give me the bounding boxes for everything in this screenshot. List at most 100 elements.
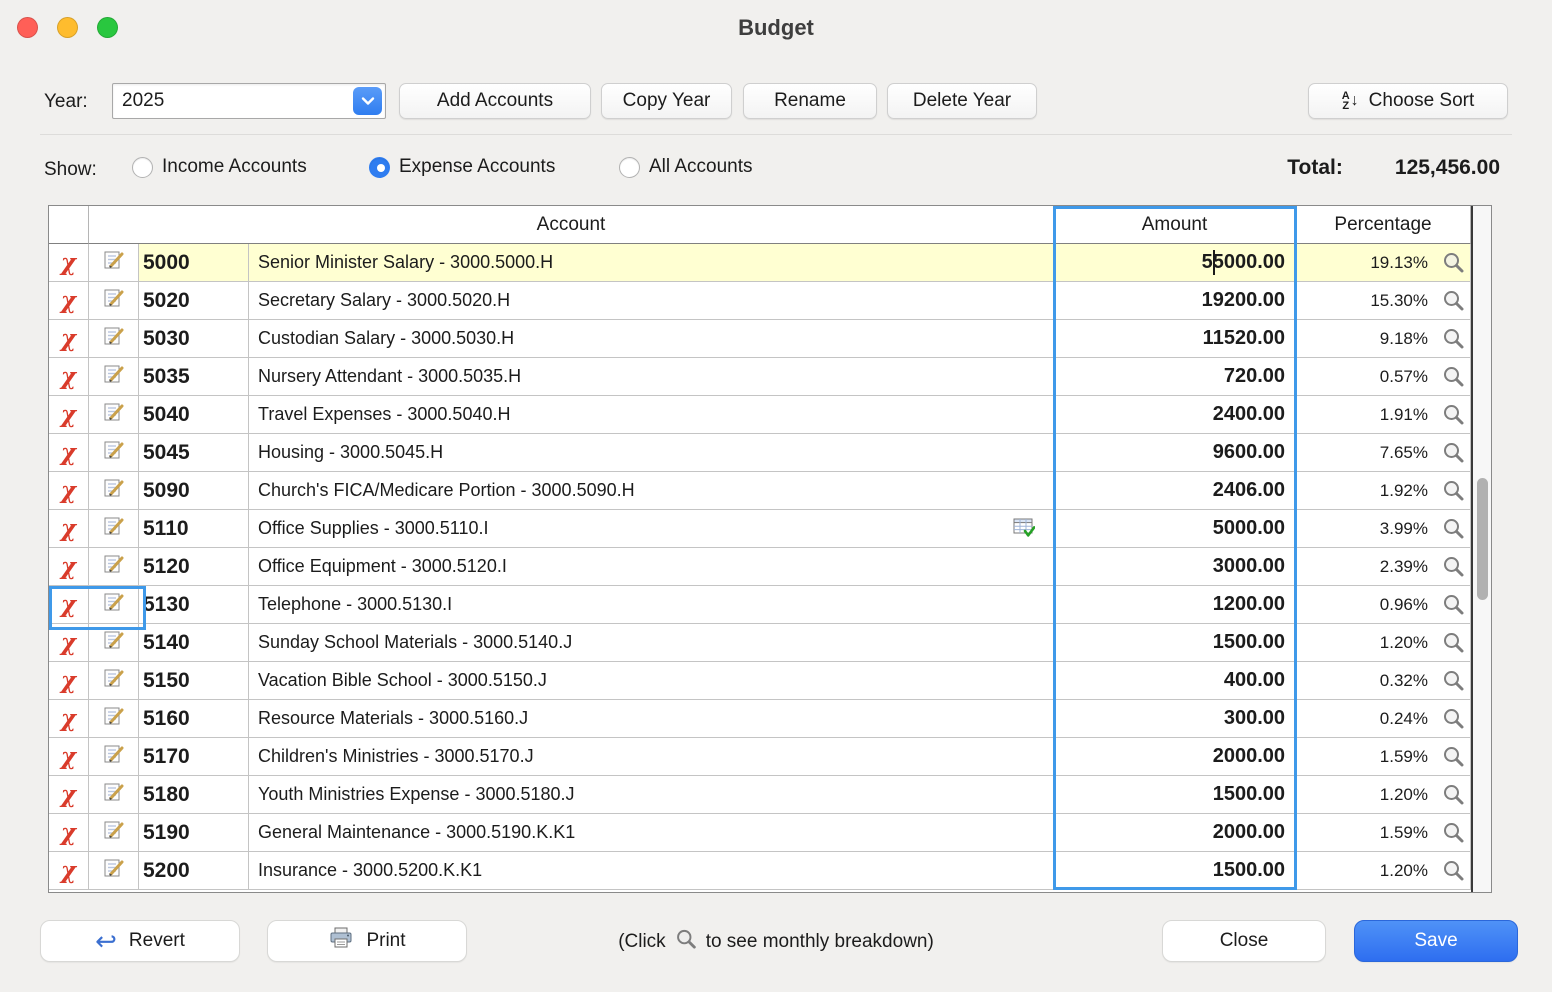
edit-cell[interactable]	[89, 624, 139, 662]
edit-cell[interactable]	[89, 282, 139, 320]
choose-sort-button[interactable]: AZ ↓ Choose Sort	[1308, 83, 1508, 119]
account-name-cell[interactable]: Office Supplies - 3000.5110.I	[249, 510, 1054, 548]
account-number-cell[interactable]: 5000	[139, 244, 249, 282]
delete-cell[interactable]: χ	[49, 548, 89, 586]
delete-cell[interactable]: χ	[49, 396, 89, 434]
edit-cell[interactable]	[89, 700, 139, 738]
delete-row-icon[interactable]: χ	[61, 403, 76, 426]
amount-cell[interactable]: 19200.00	[1054, 282, 1296, 320]
account-number-cell[interactable]: 5020	[139, 282, 249, 320]
magnifier-icon[interactable]	[1436, 479, 1470, 502]
edit-row-icon[interactable]	[102, 591, 126, 618]
delete-row-icon[interactable]: χ	[61, 821, 76, 844]
edit-row-icon[interactable]	[102, 439, 126, 466]
account-name-cell[interactable]: Senior Minister Salary - 3000.5000.H	[249, 244, 1054, 282]
amount-cell[interactable]: 9600.00	[1054, 434, 1296, 472]
account-name-cell[interactable]: Children's Ministries - 3000.5170.J	[249, 738, 1054, 776]
close-button[interactable]: Close	[1162, 920, 1326, 962]
account-number-cell[interactable]: 5160	[139, 700, 249, 738]
edit-cell[interactable]	[89, 244, 139, 282]
amount-cell[interactable]: 55000.00	[1054, 244, 1296, 282]
magnifier-icon[interactable]	[1436, 403, 1470, 426]
magnifier-icon[interactable]	[1436, 669, 1470, 692]
delete-cell[interactable]: χ	[49, 472, 89, 510]
magnifier-icon[interactable]	[1436, 555, 1470, 578]
delete-row-icon[interactable]: χ	[61, 517, 76, 540]
edit-row-icon[interactable]	[102, 515, 126, 542]
account-name-cell[interactable]: Insurance - 3000.5200.K.K1	[249, 852, 1054, 890]
delete-cell[interactable]: χ	[49, 814, 89, 852]
amount-cell[interactable]: 3000.00	[1054, 548, 1296, 586]
delete-cell[interactable]: χ	[49, 624, 89, 662]
delete-row-icon[interactable]: χ	[61, 365, 76, 388]
amount-cell[interactable]: 2400.00	[1054, 396, 1296, 434]
edit-cell[interactable]	[89, 510, 139, 548]
spreadsheet-icon[interactable]	[1013, 518, 1035, 538]
account-number-cell[interactable]: 5130	[139, 586, 249, 624]
edit-cell[interactable]	[89, 548, 139, 586]
edit-cell[interactable]	[89, 434, 139, 472]
edit-row-icon[interactable]	[102, 629, 126, 656]
account-number-cell[interactable]: 5030	[139, 320, 249, 358]
edit-cell[interactable]	[89, 586, 139, 624]
revert-button[interactable]: ↩ Revert	[40, 920, 240, 962]
account-number-cell[interactable]: 5110	[139, 510, 249, 548]
account-number-cell[interactable]: 5090	[139, 472, 249, 510]
save-button[interactable]: Save	[1354, 920, 1518, 962]
account-number-cell[interactable]: 5045	[139, 434, 249, 472]
edit-row-icon[interactable]	[102, 401, 126, 428]
delete-row-icon[interactable]: χ	[61, 289, 76, 312]
copy-year-button[interactable]: Copy Year	[601, 83, 732, 119]
delete-row-icon[interactable]: χ	[61, 631, 76, 654]
edit-cell[interactable]	[89, 738, 139, 776]
account-number-cell[interactable]: 5200	[139, 852, 249, 890]
edit-row-icon[interactable]	[102, 249, 126, 276]
magnifier-icon[interactable]	[1436, 821, 1470, 844]
amount-cell[interactable]: 11520.00	[1054, 320, 1296, 358]
magnifier-icon[interactable]	[1436, 783, 1470, 806]
account-name-cell[interactable]: Church's FICA/Medicare Portion - 3000.50…	[249, 472, 1054, 510]
account-number-cell[interactable]: 5190	[139, 814, 249, 852]
delete-row-icon[interactable]: χ	[61, 479, 76, 502]
vertical-scrollbar[interactable]	[1471, 206, 1491, 892]
account-number-cell[interactable]: 5140	[139, 624, 249, 662]
delete-cell[interactable]: χ	[49, 700, 89, 738]
edit-row-icon[interactable]	[102, 819, 126, 846]
delete-row-icon[interactable]: χ	[61, 669, 76, 692]
delete-row-icon[interactable]: χ	[61, 859, 76, 882]
magnifier-icon[interactable]	[1436, 289, 1470, 312]
magnifier-icon[interactable]	[1436, 251, 1470, 274]
account-number-cell[interactable]: 5150	[139, 662, 249, 700]
delete-row-icon[interactable]: χ	[61, 707, 76, 730]
amount-cell[interactable]: 1500.00	[1054, 624, 1296, 662]
delete-cell[interactable]: χ	[49, 662, 89, 700]
magnifier-icon[interactable]	[1436, 745, 1470, 768]
edit-cell[interactable]	[89, 852, 139, 890]
account-name-cell[interactable]: Custodian Salary - 3000.5030.H	[249, 320, 1054, 358]
account-name-cell[interactable]: Housing - 3000.5045.H	[249, 434, 1054, 472]
edit-row-icon[interactable]	[102, 363, 126, 390]
edit-row-icon[interactable]	[102, 705, 126, 732]
delete-row-icon[interactable]: χ	[61, 441, 76, 464]
delete-cell[interactable]: χ	[49, 738, 89, 776]
edit-cell[interactable]	[89, 662, 139, 700]
account-name-cell[interactable]: Telephone - 3000.5130.I	[249, 586, 1054, 624]
account-name-cell[interactable]: Office Equipment - 3000.5120.I	[249, 548, 1054, 586]
account-name-cell[interactable]: Nursery Attendant - 3000.5035.H	[249, 358, 1054, 396]
print-button[interactable]: Print	[267, 920, 467, 962]
delete-year-button[interactable]: Delete Year	[887, 83, 1037, 119]
magnifier-icon[interactable]	[1436, 327, 1470, 350]
account-name-cell[interactable]: Travel Expenses - 3000.5040.H	[249, 396, 1054, 434]
edit-cell[interactable]	[89, 814, 139, 852]
delete-row-icon[interactable]: χ	[61, 593, 76, 616]
delete-row-icon[interactable]: χ	[61, 783, 76, 806]
edit-row-icon[interactable]	[102, 325, 126, 352]
magnifier-icon[interactable]	[1436, 859, 1470, 882]
edit-row-icon[interactable]	[102, 553, 126, 580]
magnifier-icon[interactable]	[1436, 517, 1470, 540]
magnifier-icon[interactable]	[1436, 631, 1470, 654]
magnifier-icon[interactable]	[1436, 707, 1470, 730]
amount-cell[interactable]: 5000.00	[1054, 510, 1296, 548]
edit-cell[interactable]	[89, 358, 139, 396]
delete-row-icon[interactable]: χ	[61, 745, 76, 768]
